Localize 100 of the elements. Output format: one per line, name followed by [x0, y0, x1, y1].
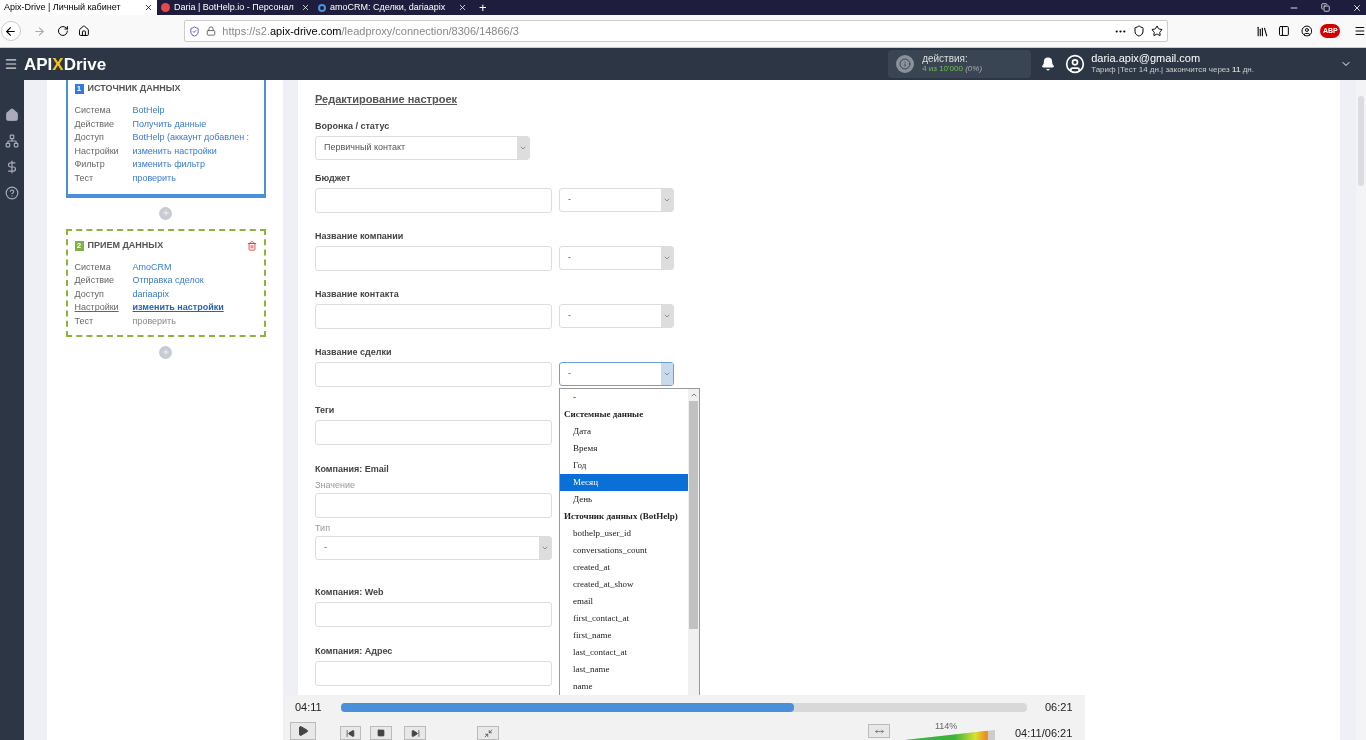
account-icon[interactable]	[1300, 25, 1313, 37]
star-icon[interactable]	[1150, 25, 1163, 37]
select-field[interactable]: -	[315, 535, 552, 560]
actions-label: действия:	[922, 54, 969, 64]
row-label: Доступ	[74, 131, 105, 145]
dropdown-option[interactable]: Системные данные	[560, 405, 688, 423]
bell-icon[interactable]	[1041, 57, 1056, 71]
field-label: Название компании	[315, 229, 404, 242]
dropdown-option[interactable]: bothelp_user_id	[560, 524, 688, 542]
row-link[interactable]: изменить фильтр	[132, 158, 205, 172]
info-icon	[896, 55, 915, 73]
select-field[interactable]: -	[559, 245, 674, 270]
select-field[interactable]: -	[559, 187, 674, 212]
help-icon[interactable]	[5, 186, 19, 200]
sitemap-icon[interactable]	[5, 134, 19, 148]
stop-button[interactable]	[370, 726, 392, 740]
dropdown-option[interactable]: last_contact_at	[560, 643, 688, 661]
sidebar-icon[interactable]	[1277, 25, 1290, 37]
input-field[interactable]	[315, 492, 552, 518]
restore-icon[interactable]	[1321, 3, 1330, 12]
new-tab-button[interactable]: +	[471, 0, 495, 15]
connection-card[interactable]: 2 ПРИЕМ ДАННЫХ Система AmoCRM Действие Отправка сделок Доступ dariaapix Настройки изменить настройки Тест проверить	[65, 228, 266, 337]
dropdown-option[interactable]: Время	[560, 439, 688, 457]
sub-label: Значение	[315, 478, 355, 491]
user-icon[interactable]	[1065, 54, 1086, 74]
field-label: Название контакта	[315, 287, 399, 300]
browser-tab[interactable]: Daria | BotHelp.io - Персонал	[157, 0, 314, 15]
row-link[interactable]: AmoCRM	[132, 260, 172, 275]
row-link[interactable]: проверить	[132, 172, 176, 186]
shield-icon[interactable]	[1132, 25, 1145, 37]
row-link[interactable]: BotHelp	[132, 104, 165, 118]
stop-icon	[377, 729, 385, 737]
browser-tab[interactable]: Apix-Drive | Личный кабинет	[0, 0, 157, 15]
reload-icon[interactable]	[56, 25, 69, 37]
select-field[interactable]: -	[559, 361, 674, 386]
field-label: Название сделки	[315, 345, 392, 358]
library-icon[interactable]	[1255, 24, 1269, 38]
dropdown-option[interactable]: first_name	[560, 626, 688, 644]
input-field[interactable]	[315, 303, 552, 329]
play-button[interactable]	[290, 722, 316, 740]
row-label: Тест	[74, 315, 95, 328]
dropdown-option[interactable]: Источник данных (BotHelp)	[560, 507, 688, 525]
row-link[interactable]: изменить настройки	[132, 144, 217, 159]
back-icon	[4, 24, 18, 38]
card-title: ИСТОЧНИК ДАННЫХ	[87, 82, 182, 96]
dropdown-option[interactable]: Дата	[560, 422, 688, 440]
dropdown-option[interactable]: last_name	[560, 660, 688, 678]
previous-button[interactable]	[340, 726, 361, 740]
input-field[interactable]	[315, 361, 552, 387]
next-button[interactable]	[404, 726, 426, 740]
dropdown-option[interactable]: created_at_show	[560, 575, 688, 593]
field-label: Компания: Web	[315, 585, 384, 598]
play-icon	[297, 725, 309, 737]
menu-icon[interactable]	[4, 57, 18, 71]
row-link[interactable]: BotHelp (аккаунт добавлен :	[132, 131, 250, 145]
dollar-icon[interactable]	[5, 160, 19, 174]
close-icon[interactable]	[1352, 2, 1362, 13]
input-field[interactable]	[315, 660, 552, 686]
menu-icon[interactable]	[1354, 25, 1366, 37]
input-field[interactable]	[315, 245, 552, 271]
fullscreen-button[interactable]	[477, 726, 499, 740]
time-display: 04:11/06:21	[1015, 726, 1073, 740]
row-label: Система	[74, 104, 112, 118]
connection-card[interactable]: 1 ИСТОЧНИК ДАННЫХ Система BotHelp Действие Получить данные Доступ BotHelp (аккаунт добавлен : Настройки изменить настройки Фильтр изменить фильтр Тест проверить	[65, 80, 266, 198]
dropdown-option[interactable]: conversations_count	[560, 541, 688, 559]
home-icon[interactable]	[78, 25, 91, 37]
dropdown-option[interactable]: name	[560, 677, 688, 695]
input-field[interactable]	[315, 187, 552, 213]
dropdown-option[interactable]: Год	[560, 456, 688, 474]
plus-icon	[161, 348, 170, 357]
select-field[interactable]: Первичный контакт	[315, 135, 530, 160]
row-link[interactable]: Отправка сделок	[132, 274, 204, 288]
row-link[interactable]: Получить данные	[132, 117, 207, 132]
site-icon	[161, 3, 170, 12]
row-label: Фильтр	[74, 158, 106, 172]
row-link[interactable]: изменить настройки	[132, 301, 224, 315]
row-label: Действие	[74, 117, 116, 131]
previous-icon	[346, 728, 355, 738]
dropdown-option[interactable]: День	[560, 490, 688, 508]
input-field[interactable]	[315, 419, 552, 445]
dropdown-option[interactable]: first_contact_at	[560, 609, 688, 627]
address-field[interactable]: https://s2.apix-drive.com/leadproxy/connection/8306/14866/3	[184, 20, 1168, 42]
logo[interactable]: APIXDrive	[24, 55, 107, 73]
trash-icon[interactable]	[246, 240, 257, 251]
dropdown-option[interactable]: Месяц	[560, 473, 688, 491]
progress-track[interactable]	[341, 703, 1027, 712]
dropdown-option[interactable]: -	[560, 388, 688, 406]
row-link[interactable]: dariaapix	[132, 287, 170, 302]
input-field[interactable]	[315, 601, 552, 627]
select-field[interactable]: -	[559, 303, 674, 328]
aspect-button[interactable]	[868, 724, 890, 738]
dropdown-option[interactable]: created_at	[560, 558, 688, 576]
browser-tab[interactable]: amoCRM: Сделки, dariaapix	[314, 0, 471, 15]
user-email[interactable]: daria.apix@gmail.com	[1091, 53, 1254, 64]
dropdown-option[interactable]: email	[560, 592, 688, 610]
row-link: проверить	[132, 315, 176, 328]
close-icon[interactable]	[144, 3, 153, 12]
fullscreen-icon	[483, 728, 493, 738]
back-button[interactable]	[1, 21, 21, 41]
row-label: Тест	[74, 172, 95, 185]
